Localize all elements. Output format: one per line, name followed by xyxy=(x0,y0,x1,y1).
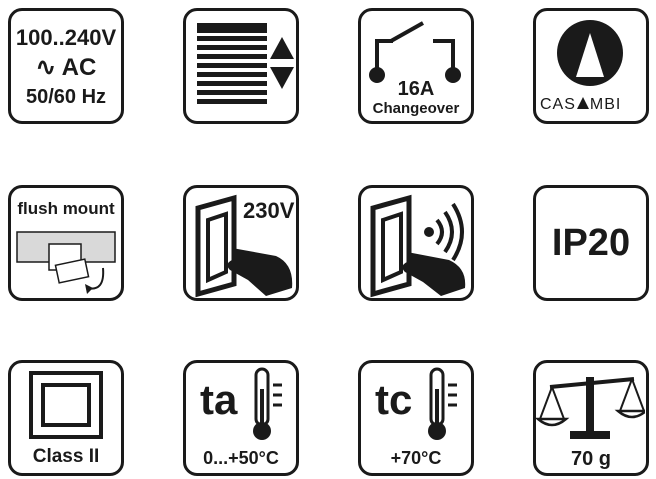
sine-wave-icon: ∿ xyxy=(35,54,56,81)
blinds-control-tile xyxy=(183,8,299,124)
ambient-temp-tile: ta 0...+50°C xyxy=(183,360,299,476)
wireless-switch-tile xyxy=(358,185,474,301)
voltage-range-text: 100..240V xyxy=(15,25,117,50)
weight-tile: 70 g xyxy=(533,360,649,476)
casambi-text-right: MBI xyxy=(589,96,622,113)
weight-value-text: 70 g xyxy=(570,448,612,470)
power-spec-tile: 100..240V ∿ AC 50/60 Hz xyxy=(8,8,124,124)
ip-rating-tile: IP20 xyxy=(533,185,649,301)
relay-changeover-tile: 16A Changeover xyxy=(358,8,474,124)
relay-type-text: Changeover xyxy=(372,100,460,117)
ac-text: AC xyxy=(61,54,97,81)
class-ii-tile: Class II xyxy=(8,360,124,476)
relay-rating-text: 16A xyxy=(397,78,435,100)
blinds-up-down-icon xyxy=(197,23,294,104)
casambi-tile: CAS MBI xyxy=(533,8,649,124)
ambient-temp-range-text: 0...+50°C xyxy=(203,448,279,468)
voltage-230v-text: 230V xyxy=(243,198,295,223)
wireless-switch-icon xyxy=(370,194,466,297)
case-temp-tile: tc +70°C xyxy=(358,360,474,476)
casambi-a-glyph-icon xyxy=(576,97,589,109)
casambi-text-left: CAS xyxy=(540,96,576,113)
flush-mount-tile: flush mount xyxy=(8,185,124,301)
frequency-text: 50/60 Hz xyxy=(25,86,107,108)
ip-rating-text: IP20 xyxy=(551,222,631,264)
switch-230v-tile: 230V xyxy=(183,185,299,301)
ac-label: ∿ AC xyxy=(11,56,121,80)
flush-mount-box-icon xyxy=(16,231,116,294)
case-temp-value-text: +70°C xyxy=(390,448,442,468)
class-ii-text: Class II xyxy=(32,446,100,467)
casambi-wordmark: CAS MBI xyxy=(540,97,621,113)
